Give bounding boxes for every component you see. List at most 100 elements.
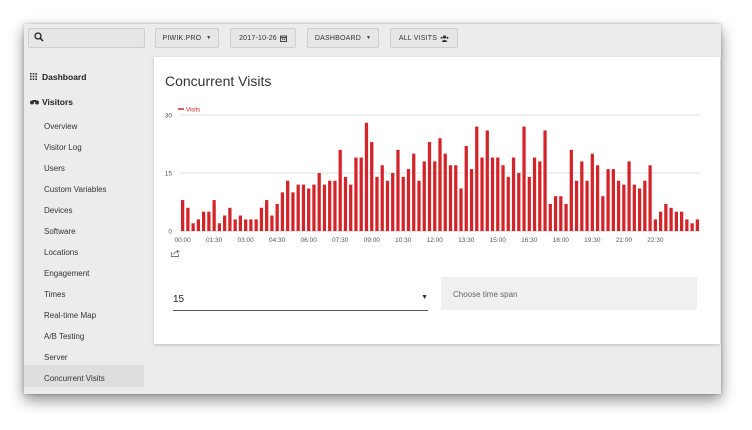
sidebar-item-software[interactable]: Software xyxy=(44,227,76,236)
sidebar-item-engagement[interactable]: Engagement xyxy=(44,269,89,278)
chart-bar[interactable] xyxy=(391,173,395,231)
chart-bar[interactable] xyxy=(422,161,426,231)
sidebar-item-server[interactable]: Server xyxy=(44,353,68,362)
chart-bar[interactable] xyxy=(417,180,421,231)
sidebar-item-devices[interactable]: Devices xyxy=(44,206,72,215)
chart-bar[interactable] xyxy=(464,145,468,231)
chart-bar[interactable] xyxy=(522,126,526,231)
chart-bar[interactable] xyxy=(664,203,668,231)
chart-bar[interactable] xyxy=(585,180,589,231)
chart-bar[interactable] xyxy=(286,180,290,231)
chart-bar[interactable] xyxy=(527,176,531,231)
chart-bar[interactable] xyxy=(312,184,316,231)
chart-bar[interactable] xyxy=(611,169,615,231)
chart-bar[interactable] xyxy=(181,200,185,231)
chart-bar[interactable] xyxy=(632,184,636,231)
chart-bar[interactable] xyxy=(228,207,232,231)
chart-bar[interactable] xyxy=(559,196,563,231)
chart-bar[interactable] xyxy=(259,207,264,231)
chart-bar[interactable] xyxy=(207,211,211,231)
date-selector[interactable]: 2017-10-26 xyxy=(230,28,296,48)
time-span-input[interactable]: Choose time span xyxy=(441,277,697,310)
chart-bar[interactable] xyxy=(606,169,610,231)
chart-bar[interactable] xyxy=(401,176,405,231)
sidebar-item-visitors[interactable]: Visitors xyxy=(30,97,73,107)
chart-bar[interactable] xyxy=(396,149,400,231)
chart-bar[interactable] xyxy=(543,130,547,231)
site-selector[interactable]: PIWIK.PRO ▼ xyxy=(155,28,219,48)
chart-bar[interactable] xyxy=(359,157,363,231)
chart-bar[interactable] xyxy=(538,161,542,231)
chart-bar[interactable] xyxy=(548,203,552,231)
chart-bar[interactable] xyxy=(469,169,474,231)
chart-bar[interactable] xyxy=(296,184,300,231)
chart-bar[interactable] xyxy=(412,153,416,231)
chart-bar[interactable] xyxy=(679,211,684,231)
chart-bar[interactable] xyxy=(501,165,505,231)
chart-bar[interactable] xyxy=(317,173,321,231)
sidebar-item-overview[interactable]: Overview xyxy=(44,122,77,131)
chart-bar[interactable] xyxy=(443,153,447,231)
chart-bar[interactable] xyxy=(511,157,516,231)
chart-bar[interactable] xyxy=(212,200,216,231)
chart-bar[interactable] xyxy=(475,126,479,231)
dashboard-selector[interactable]: DASHBOARD ▼ xyxy=(307,28,379,48)
chart-bar[interactable] xyxy=(265,200,269,231)
chart-bar[interactable] xyxy=(438,138,442,231)
interval-select[interactable]: 15 ▼ xyxy=(173,286,428,311)
chart-bar[interactable] xyxy=(595,165,600,231)
sidebar-item-visitor-log[interactable]: Visitor Log xyxy=(44,143,82,152)
sidebar-item-custom-variables[interactable]: Custom Variables xyxy=(44,185,107,194)
chart-bar[interactable] xyxy=(322,184,327,231)
sidebar-item-ab-testing[interactable]: A/B Testing xyxy=(44,332,84,341)
chart-bar[interactable] xyxy=(627,161,631,231)
chart-bar[interactable] xyxy=(338,149,342,231)
chart-bar[interactable] xyxy=(616,180,621,231)
export-icon[interactable] xyxy=(171,249,180,257)
chart-bar[interactable] xyxy=(275,203,279,231)
chart-bar[interactable] xyxy=(370,142,374,231)
chart-bar[interactable] xyxy=(249,219,253,231)
chart-bar[interactable] xyxy=(637,188,642,231)
chart-bar[interactable] xyxy=(328,180,332,231)
chart-bar[interactable] xyxy=(648,165,652,231)
chart-bar[interactable] xyxy=(380,165,384,231)
chart-bar[interactable] xyxy=(270,215,274,231)
sidebar-item-times[interactable]: Times xyxy=(44,290,65,299)
chart-bar[interactable] xyxy=(643,180,647,231)
chart-bar[interactable] xyxy=(490,157,495,231)
chart-bar[interactable] xyxy=(427,142,432,231)
chart-bar[interactable] xyxy=(280,192,285,231)
chart-bar[interactable] xyxy=(385,180,390,231)
chart-bar[interactable] xyxy=(580,161,584,231)
chart-bar[interactable] xyxy=(496,157,500,231)
chart-bar[interactable] xyxy=(517,173,521,231)
sidebar-item-concurrent-visits[interactable]: Concurrent Visits xyxy=(44,374,105,383)
chart-bar[interactable] xyxy=(601,196,605,231)
chart-bar[interactable] xyxy=(233,219,237,231)
search-box[interactable] xyxy=(28,28,145,48)
chart-bar[interactable] xyxy=(622,184,626,231)
sidebar-item-locations[interactable]: Locations xyxy=(44,248,78,257)
chart-bar[interactable] xyxy=(685,219,689,231)
sidebar-item-real-time-map[interactable]: Real-time Map xyxy=(44,311,96,320)
chart-bar[interactable] xyxy=(196,219,201,231)
chart-bar[interactable] xyxy=(454,165,458,231)
chart-bar[interactable] xyxy=(364,122,369,231)
chart-bar[interactable] xyxy=(532,157,537,231)
chart-bar[interactable] xyxy=(433,161,437,231)
chart-bar[interactable] xyxy=(690,223,694,231)
chart-bar[interactable] xyxy=(485,130,489,231)
chart-bar[interactable] xyxy=(301,184,306,231)
chart-bar[interactable] xyxy=(238,215,243,231)
chart-bar[interactable] xyxy=(375,176,379,231)
chart-bar[interactable] xyxy=(653,219,657,231)
chart-bar[interactable] xyxy=(354,157,358,231)
segment-selector[interactable]: ALL VISITS xyxy=(390,28,458,48)
chart-bar[interactable] xyxy=(480,157,484,231)
chart-bar[interactable] xyxy=(448,165,453,231)
chart-bar[interactable] xyxy=(569,149,573,231)
chart-bar[interactable] xyxy=(254,219,258,231)
chart-bar[interactable] xyxy=(674,211,678,231)
chart-bar[interactable] xyxy=(291,192,295,231)
